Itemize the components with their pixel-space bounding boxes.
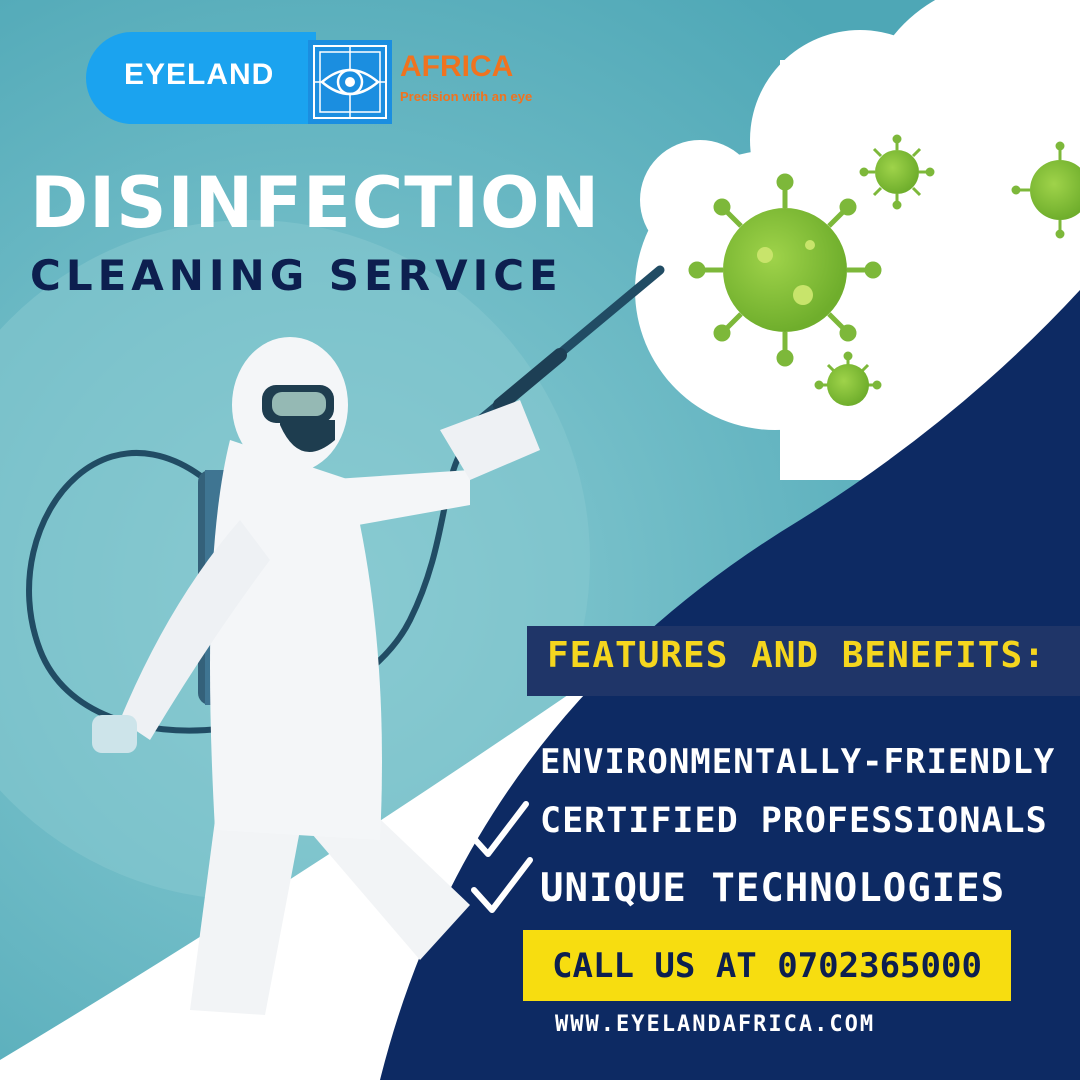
poster: EYELAND AFRICA Precision with an eye DIS… [0,0,1080,1080]
benefit-item: ENVIRONMENTALLY-FRIENDLY [540,742,1056,782]
check-icon [467,801,529,857]
check-icon [467,739,529,795]
call-to-action[interactable]: CALL US AT 0702365000 [523,930,1011,1001]
subheadline: CLEANING SERVICE [30,251,563,300]
headline: DISINFECTION [30,162,601,244]
check-icon [471,857,533,913]
benefit-item: UNIQUE TECHNOLOGIES [540,866,1006,911]
brand-name: EYELAND [124,58,275,91]
website-link[interactable]: WWW.EYELANDAFRICA.COM [555,1014,925,1036]
virus-icon [688,173,882,367]
features-title: FEATURES AND BENEFITS: [547,635,1046,676]
brand-region: AFRICA [400,50,514,83]
benefit-item: CERTIFIED PROFESSIONALS [540,801,1048,841]
brand-tagline: Precision with an eye [400,89,533,104]
eye-logo-icon [308,40,392,124]
